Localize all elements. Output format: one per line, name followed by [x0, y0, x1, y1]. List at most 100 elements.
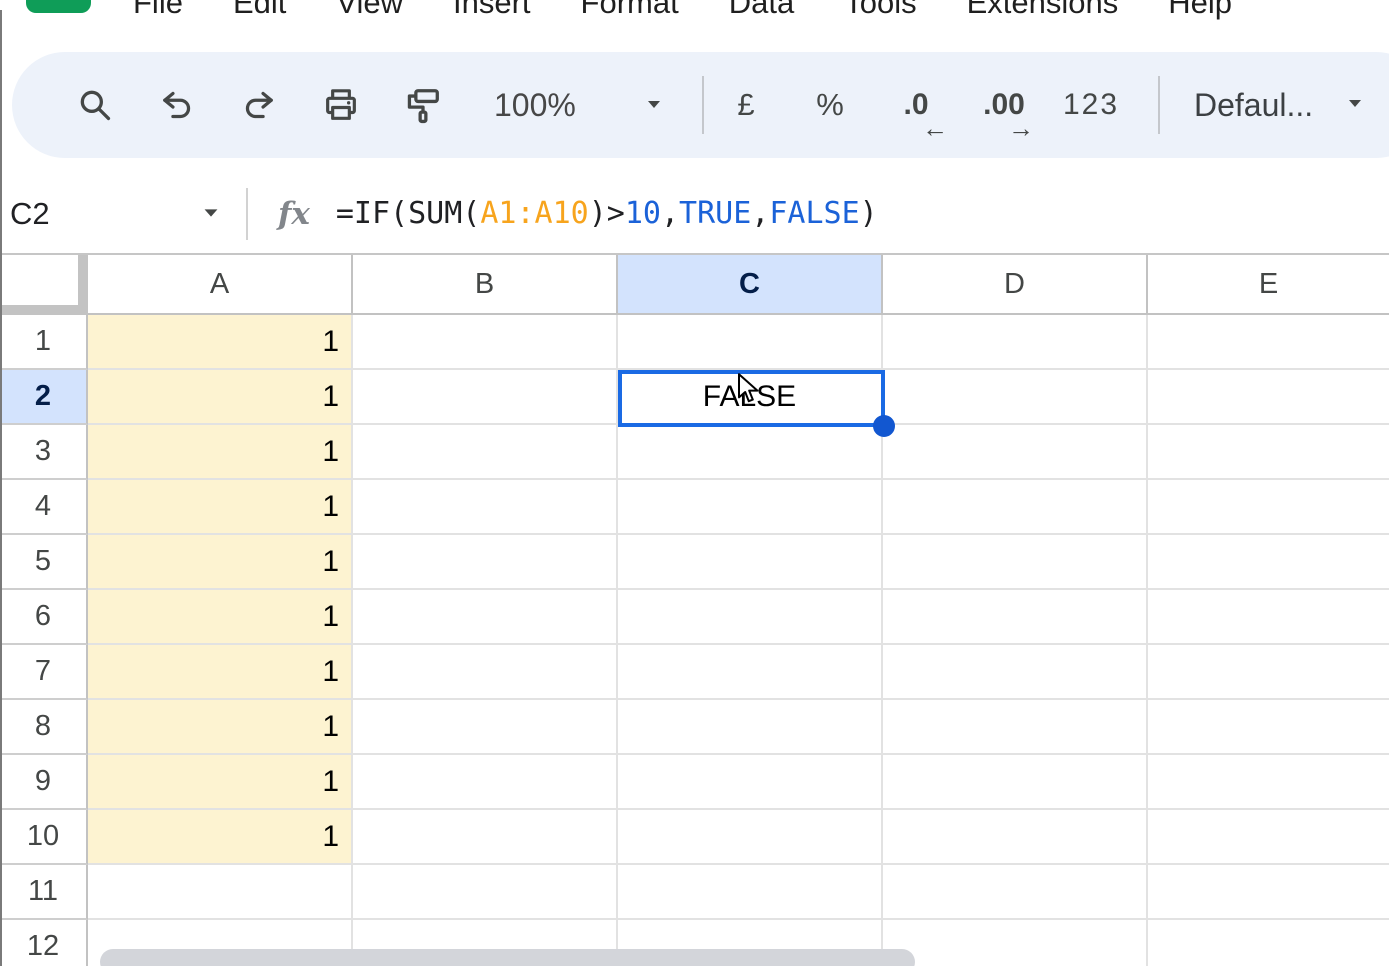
cell-A7[interactable]: 1: [88, 645, 353, 700]
cell-A8[interactable]: 1: [88, 700, 353, 755]
cell-E11[interactable]: [1148, 865, 1389, 920]
cell-A2[interactable]: 1: [88, 370, 353, 425]
menu-item-format[interactable]: Format: [581, 0, 679, 18]
cell-A1[interactable]: 1: [88, 315, 353, 370]
font-selector[interactable]: Defaul...: [1186, 87, 1375, 124]
cell-A10[interactable]: 1: [88, 810, 353, 865]
cell-C8[interactable]: [618, 700, 883, 755]
format-percent-button[interactable]: %: [788, 87, 872, 123]
sheets-logo-icon[interactable]: [26, 0, 91, 13]
cell-B3[interactable]: [353, 425, 618, 480]
cell-B8[interactable]: [353, 700, 618, 755]
redo-button[interactable]: [218, 64, 300, 146]
row-header-9[interactable]: 9: [0, 755, 88, 810]
column-header-e[interactable]: E: [1148, 255, 1389, 315]
row-header-7[interactable]: 7: [0, 645, 88, 700]
cell-C3[interactable]: [618, 425, 883, 480]
cell-D12[interactable]: [883, 920, 1148, 966]
cell-B4[interactable]: [353, 480, 618, 535]
cell-B7[interactable]: [353, 645, 618, 700]
cell-E3[interactable]: [1148, 425, 1389, 480]
cell-E2[interactable]: [1148, 370, 1389, 425]
cell-A9[interactable]: 1: [88, 755, 353, 810]
cell-E7[interactable]: [1148, 645, 1389, 700]
cell-D6[interactable]: [883, 590, 1148, 645]
cell-B5[interactable]: [353, 535, 618, 590]
cell-B10[interactable]: [353, 810, 618, 865]
cell-E10[interactable]: [1148, 810, 1389, 865]
column-header-a[interactable]: A: [88, 255, 353, 315]
cell-E4[interactable]: [1148, 480, 1389, 535]
fill-handle[interactable]: [873, 415, 895, 437]
cell-C6[interactable]: [618, 590, 883, 645]
search-button[interactable]: [54, 64, 136, 146]
cell-B9[interactable]: [353, 755, 618, 810]
row-header-6[interactable]: 6: [0, 590, 88, 645]
menu-item-edit[interactable]: Edit: [233, 0, 286, 18]
column-header-d[interactable]: D: [883, 255, 1148, 315]
row-header-12[interactable]: 12: [0, 920, 88, 966]
cell-E9[interactable]: [1148, 755, 1389, 810]
cell-C10[interactable]: [618, 810, 883, 865]
cell-C9[interactable]: [618, 755, 883, 810]
menu-item-data[interactable]: Data: [729, 0, 794, 18]
row-header-3[interactable]: 3: [0, 425, 88, 480]
cell-E8[interactable]: [1148, 700, 1389, 755]
cell-D10[interactable]: [883, 810, 1148, 865]
row-header-4[interactable]: 4: [0, 480, 88, 535]
print-button[interactable]: [300, 64, 382, 146]
cell-E6[interactable]: [1148, 590, 1389, 645]
cell-D3[interactable]: [883, 425, 1148, 480]
formula-input[interactable]: =IF(SUM(A1:A10)>10,TRUE,FALSE): [336, 196, 878, 231]
cell-D11[interactable]: [883, 865, 1148, 920]
cell-D2[interactable]: [883, 370, 1148, 425]
cell-C11[interactable]: [618, 865, 883, 920]
select-all-corner[interactable]: [0, 255, 88, 315]
menu-item-help[interactable]: Help: [1168, 0, 1232, 18]
format-currency-button[interactable]: £: [704, 87, 788, 123]
row-header-1[interactable]: 1: [0, 315, 88, 370]
menu-item-view[interactable]: View: [336, 0, 403, 18]
cell-D9[interactable]: [883, 755, 1148, 810]
cell-D5[interactable]: [883, 535, 1148, 590]
cell-B11[interactable]: [353, 865, 618, 920]
more-formats-button[interactable]: 123: [1048, 88, 1134, 122]
row-header-11[interactable]: 11: [0, 865, 88, 920]
cell-D4[interactable]: [883, 480, 1148, 535]
cell-A3[interactable]: 1: [88, 425, 353, 480]
cell-A11[interactable]: [88, 865, 353, 920]
row-header-5[interactable]: 5: [0, 535, 88, 590]
cell-C5[interactable]: [618, 535, 883, 590]
cell-C7[interactable]: [618, 645, 883, 700]
column-header-c[interactable]: C: [618, 255, 883, 315]
horizontal-scrollbar[interactable]: [100, 949, 915, 966]
menu-item-file[interactable]: File: [133, 0, 183, 18]
row-header-2[interactable]: 2: [0, 370, 88, 425]
column-header-b[interactable]: B: [353, 255, 618, 315]
name-box[interactable]: C2: [0, 196, 222, 232]
cell-E5[interactable]: [1148, 535, 1389, 590]
cell-D8[interactable]: [883, 700, 1148, 755]
cell-D7[interactable]: [883, 645, 1148, 700]
cell-C1[interactable]: [618, 315, 883, 370]
row-header-8[interactable]: 8: [0, 700, 88, 755]
cell-E1[interactable]: [1148, 315, 1389, 370]
cell-A6[interactable]: 1: [88, 590, 353, 645]
cell-C4[interactable]: [618, 480, 883, 535]
undo-button[interactable]: [136, 64, 218, 146]
cell-E12[interactable]: [1148, 920, 1389, 966]
menu-item-insert[interactable]: Insert: [453, 0, 531, 18]
paint-format-button[interactable]: [382, 64, 464, 146]
active-cell-selection[interactable]: [618, 370, 885, 427]
cell-A4[interactable]: 1: [88, 480, 353, 535]
decrease-decimal-button[interactable]: .0 ←: [872, 64, 960, 146]
cell-B1[interactable]: [353, 315, 618, 370]
cell-D1[interactable]: [883, 315, 1148, 370]
increase-decimal-button[interactable]: .00 →: [960, 64, 1048, 146]
cell-B2[interactable]: [353, 370, 618, 425]
menu-item-tools[interactable]: Tools: [844, 0, 916, 18]
cell-B6[interactable]: [353, 590, 618, 645]
row-header-10[interactable]: 10: [0, 810, 88, 865]
menu-item-extensions[interactable]: Extensions: [967, 0, 1119, 18]
cell-A5[interactable]: 1: [88, 535, 353, 590]
